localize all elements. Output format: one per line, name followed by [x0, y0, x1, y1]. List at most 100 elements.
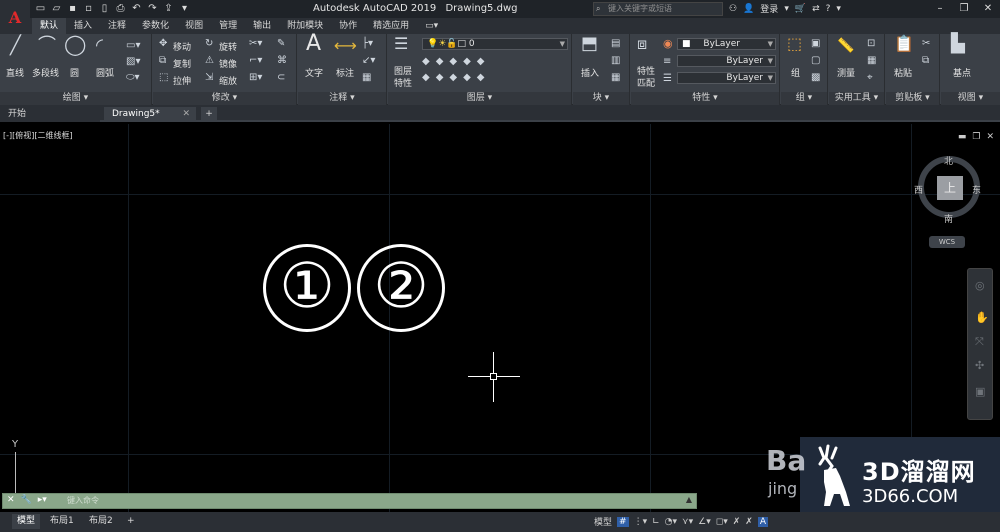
- panel-clipboard-title[interactable]: 剪贴板 ▾: [886, 92, 939, 105]
- isodraft-icon[interactable]: ⋎▾: [682, 517, 693, 527]
- help-dropdown-icon[interactable]: ▾: [836, 4, 841, 14]
- print-icon[interactable]: ⎙: [114, 2, 127, 15]
- paste-icon[interactable]: 📋: [894, 36, 914, 52]
- layer-tools-row2-icon[interactable]: ◆◆◆◆◆: [422, 72, 490, 84]
- command-input[interactable]: 键入命令: [67, 495, 99, 506]
- minimize-icon[interactable]: –: [928, 0, 952, 18]
- color-wheel-icon[interactable]: ◉: [663, 38, 673, 50]
- save-as-icon[interactable]: ▫: [82, 2, 95, 15]
- viewcube-top-face[interactable]: 上: [937, 176, 963, 200]
- annotation-scale-icon[interactable]: ✗: [733, 517, 741, 527]
- help-button[interactable]: ?: [826, 4, 831, 14]
- drawing-canvas[interactable]: [-][俯视][二维线框] ▬ ❐ ✕ ① ② 上 北 南 东 西 WCS ◎ …: [0, 124, 1000, 512]
- panel-view-title[interactable]: 视图 ▾: [941, 92, 1000, 105]
- add-layout-button[interactable]: +: [122, 514, 140, 529]
- layer-tools-row1-icon[interactable]: ◆◆◆◆◆: [422, 56, 490, 68]
- array-icon[interactable]: ⊞▾: [249, 72, 262, 84]
- trim-icon[interactable]: ✂▾: [249, 38, 262, 50]
- linetype-dropdown[interactable]: ByLayer ▼: [677, 55, 776, 67]
- panel-properties-title[interactable]: 特性 ▾: [631, 92, 779, 105]
- text-button[interactable]: 文字: [305, 66, 323, 79]
- ortho-icon[interactable]: ∟: [652, 517, 660, 527]
- mirror-button[interactable]: 镜像: [219, 57, 237, 70]
- tab-output[interactable]: 输出: [245, 18, 279, 34]
- tab-annotate[interactable]: 注释: [100, 18, 134, 34]
- panel-groups-title[interactable]: 组 ▾: [781, 92, 827, 105]
- ungroup-icon[interactable]: ▣: [811, 38, 820, 50]
- start-tab[interactable]: 开始: [0, 107, 100, 122]
- circle-icon[interactable]: ◯: [64, 34, 86, 54]
- cart-icon[interactable]: 🛒: [795, 4, 806, 14]
- qat-dropdown-icon[interactable]: ▾: [178, 2, 191, 15]
- tab-default[interactable]: 默认: [32, 18, 67, 34]
- snap-icon[interactable]: ⋮▾: [634, 517, 648, 527]
- match-properties-icon[interactable]: ⧈: [637, 36, 647, 52]
- paste-button[interactable]: 粘贴: [894, 66, 912, 79]
- attribute-icon[interactable]: ▦: [611, 72, 620, 84]
- lineweight-dropdown[interactable]: ByLayer ▼: [677, 72, 776, 84]
- polyline-icon[interactable]: ⌒: [38, 37, 56, 55]
- copy-button[interactable]: 复制: [173, 57, 191, 70]
- line-button[interactable]: 直线: [6, 66, 24, 79]
- tab-manage[interactable]: 管理: [211, 18, 245, 34]
- layer-properties-button-line2[interactable]: 特性: [394, 76, 412, 89]
- color-dropdown[interactable]: ■ ByLayer ▼: [677, 38, 776, 50]
- command-prompt-icon[interactable]: ▸▾: [38, 495, 47, 505]
- panel-layers-title[interactable]: 图层 ▾: [388, 92, 571, 105]
- steering-wheel-icon[interactable]: ◎: [975, 279, 985, 292]
- line-icon[interactable]: ╱: [10, 37, 21, 55]
- calculator-icon[interactable]: ▦: [867, 55, 876, 67]
- compass-east[interactable]: 东: [972, 183, 981, 196]
- polar-icon[interactable]: ◔▾: [665, 517, 677, 527]
- redo-icon[interactable]: ↷: [146, 2, 159, 15]
- group-icon[interactable]: ⬚: [787, 36, 802, 52]
- command-close-icon[interactable]: ✕: [7, 495, 15, 505]
- quick-select-icon[interactable]: ⊡: [867, 38, 875, 50]
- viewport-controls-label[interactable]: [-][俯视][二维线框]: [3, 130, 73, 141]
- panel-block-title[interactable]: 块 ▾: [573, 92, 629, 105]
- viewport-restore-icon[interactable]: ❐: [972, 132, 980, 142]
- arc-icon[interactable]: ◜: [96, 37, 103, 55]
- command-settings-icon[interactable]: 🔧: [21, 495, 32, 505]
- grid-icon[interactable]: #: [617, 516, 629, 527]
- wcs-menu[interactable]: WCS: [929, 236, 965, 248]
- offset-icon[interactable]: ⊂: [277, 72, 285, 84]
- dimension-icon[interactable]: ⟷: [334, 38, 357, 54]
- group-select-icon[interactable]: ▩: [811, 72, 820, 84]
- group-edit-icon[interactable]: ▢: [811, 55, 820, 67]
- drawing-tab[interactable]: Drawing5* ✕: [104, 107, 196, 122]
- compass-north[interactable]: 北: [944, 154, 953, 167]
- layout-tab-1[interactable]: 布局1: [45, 514, 79, 529]
- application-menu-button[interactable]: A: [0, 0, 30, 34]
- edit-block-icon[interactable]: ▥: [611, 55, 620, 67]
- viewport-close-icon[interactable]: ✕: [986, 132, 994, 142]
- layer-dropdown[interactable]: 💡☀🔓□ 0 ▼: [422, 38, 568, 50]
- base-view-icon[interactable]: ▙: [951, 35, 965, 53]
- erase-icon[interactable]: ✎: [277, 38, 285, 50]
- measure-icon[interactable]: 📏: [837, 39, 854, 53]
- compass-west[interactable]: 西: [914, 183, 923, 196]
- explode-icon[interactable]: ⌘: [277, 55, 287, 67]
- annotation-icon[interactable]: A: [757, 516, 768, 527]
- panel-annotation-title[interactable]: 注释 ▾: [298, 92, 386, 105]
- close-icon[interactable]: ✕: [976, 0, 1000, 18]
- panel-utilities-title[interactable]: 实用工具 ▾: [829, 92, 884, 105]
- exchange-icon[interactable]: ⇄: [812, 4, 820, 14]
- match-properties-line2[interactable]: 匹配: [637, 76, 655, 89]
- leader-icon[interactable]: ↙▾: [362, 55, 375, 67]
- new-icon[interactable]: ▭: [34, 2, 47, 15]
- stretch-button[interactable]: 拉伸: [173, 74, 191, 87]
- close-tab-icon[interactable]: ✕: [182, 107, 190, 122]
- move-button[interactable]: 移动: [173, 40, 191, 53]
- fillet-icon[interactable]: ⌐▾: [249, 55, 262, 67]
- create-block-icon[interactable]: ▤: [611, 38, 620, 50]
- arc-button[interactable]: 圆弧: [96, 66, 114, 79]
- rectangle-icon[interactable]: ▭▾: [126, 40, 140, 52]
- object-snap-icon[interactable]: ◻▾: [716, 517, 728, 527]
- layout-tab-model[interactable]: 模型: [12, 514, 41, 529]
- pan-icon[interactable]: ✋: [975, 311, 989, 324]
- showmotion-icon[interactable]: ▣: [975, 385, 985, 398]
- save-icon[interactable]: ▪: [66, 2, 79, 15]
- new-tab-button[interactable]: +: [201, 107, 217, 122]
- search-input[interactable]: ⌕ 键入关键字或短语: [593, 2, 723, 16]
